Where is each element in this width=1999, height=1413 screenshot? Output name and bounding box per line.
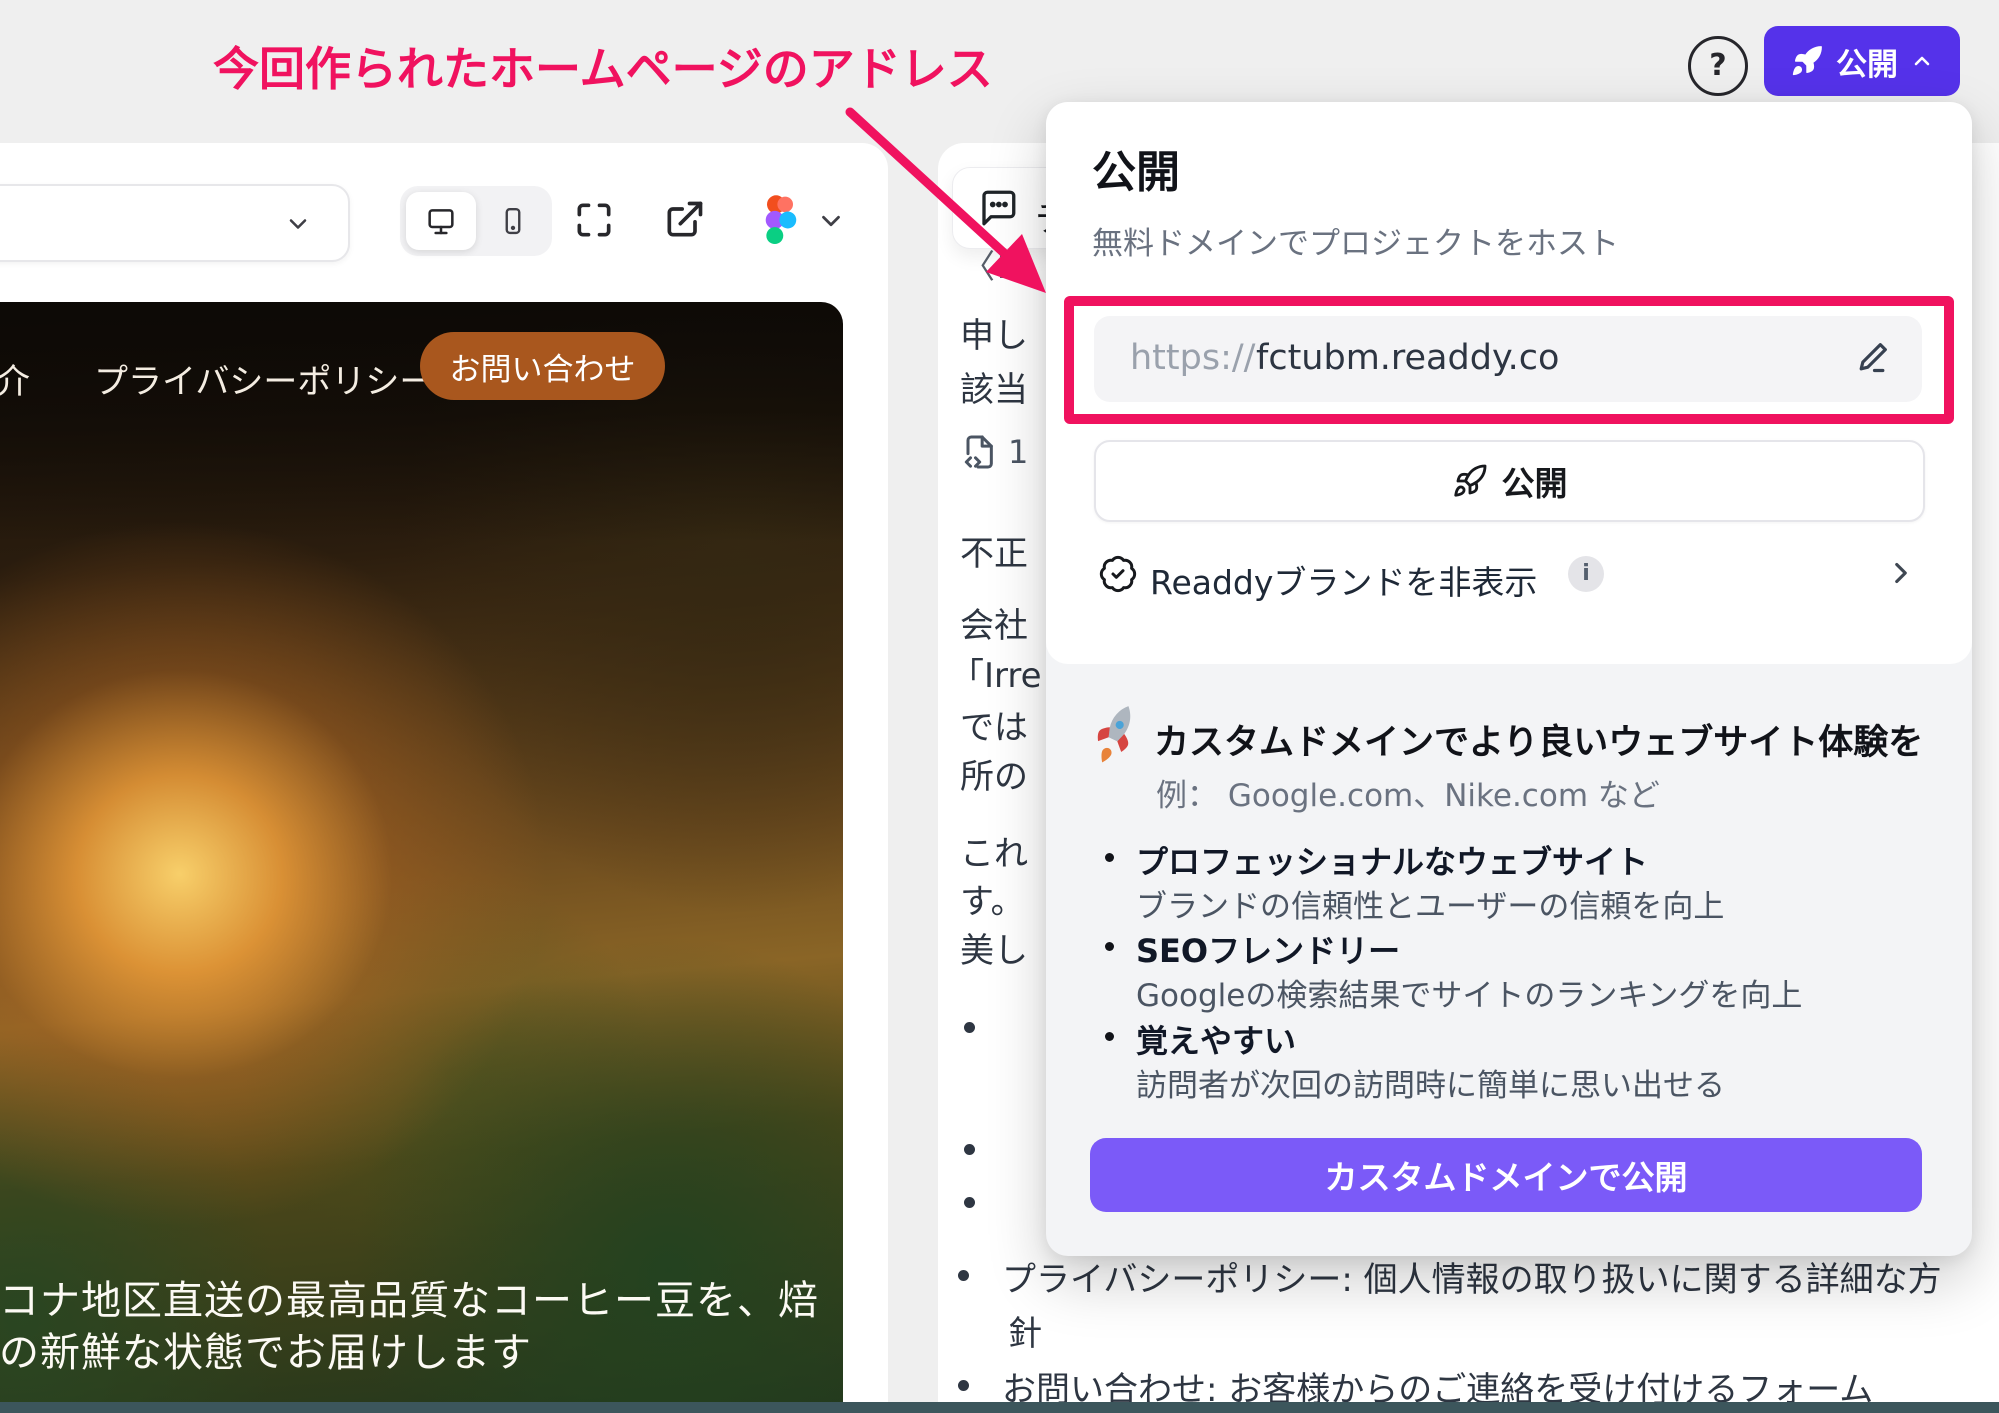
code-file-chip[interactable]: 1 (958, 432, 1028, 472)
site-preview: 紹介 プライバシーポリシー お問い合わせ 島コナ地区直送の最高品質なコーヒー豆を… (0, 302, 843, 1402)
custom-domain-cta-button[interactable]: カスタムドメインで公開 (1090, 1138, 1922, 1212)
chat-list-item: プライバシーポリシー: 個人情報の取り扱いに関する詳細な方 (1002, 1252, 1942, 1301)
hide-brand-label: Readdyブランドを非表示 (1150, 556, 1537, 604)
info-badge[interactable]: i (1568, 556, 1604, 592)
page-select[interactable] (0, 184, 350, 262)
benefit-bullet (1105, 942, 1114, 951)
chevron-down-icon (284, 210, 312, 238)
popover-subtitle: 無料ドメインでプロジェクトをホスト (1092, 218, 1619, 263)
code-file-count: 1 (1008, 433, 1028, 471)
publish-button-label: 公開 (1836, 39, 1898, 84)
fullscreen-icon (572, 198, 616, 242)
hide-brand-row[interactable]: Readdyブランドを非表示 i (1094, 538, 1921, 612)
figma-export-button[interactable] (760, 194, 850, 246)
chat-fragment: 「Irre (950, 648, 1042, 697)
chat-fragment: 〈! (962, 240, 1008, 288)
custom-domain-cta-label: カスタムドメインで公開 (1325, 1151, 1688, 1199)
popover-publish-label: 公開 (1502, 457, 1568, 505)
chat-fragment: 不正 (960, 526, 1028, 575)
help-button[interactable]: ? (1688, 36, 1748, 96)
benefit-bullet (1105, 853, 1114, 862)
rocket-icon (1790, 44, 1824, 78)
chat-fragment: す。 (960, 874, 1025, 923)
device-toggle (400, 186, 552, 256)
chat-fragment: 該当 (960, 362, 1028, 411)
chevron-right-icon (1884, 556, 1918, 590)
chat-fragment: 申し (960, 308, 1028, 357)
chat-list-bullet (964, 1022, 975, 1033)
chat-fragment: 会社 (960, 598, 1028, 647)
benefit-desc: Googleの検索結果でサイトのランキングを向上 (1136, 970, 1802, 1015)
chat-fragment: 美し (960, 923, 1028, 972)
rocket-emoji-icon (1088, 708, 1142, 762)
code-file-icon (958, 432, 998, 472)
benefit-bullet (1105, 1032, 1114, 1041)
chat-list-bullet (964, 1197, 975, 1208)
chat-list-bullet (958, 1270, 969, 1281)
figma-icon (760, 194, 800, 246)
desktop-view-button[interactable] (406, 192, 476, 250)
chat-list-bullet (958, 1380, 969, 1391)
info-glyph: i (1582, 563, 1590, 585)
rocket-icon (1452, 463, 1488, 499)
smartphone-icon (498, 206, 528, 236)
chevron-up-icon (1910, 49, 1934, 73)
external-link-icon (662, 198, 706, 242)
site-nav-privacy[interactable]: プライバシーポリシー (94, 354, 433, 403)
benefit-desc: 訪問者が次回の訪問時に簡単に思い出せる (1136, 1060, 1725, 1105)
benefit-title: プロフェッショナルなウェブサイト (1136, 837, 1648, 883)
site-hero-text-line1: 島コナ地区直送の最高品質なコーヒー豆を、焙 (0, 1268, 819, 1326)
open-external-button[interactable] (662, 198, 706, 242)
chat-fragment: 所の (960, 749, 1028, 798)
custom-domain-example: 例： Google.com、Nike.com など (1156, 770, 1660, 815)
mobile-view-button[interactable] (480, 192, 546, 250)
chat-list-bullet (964, 1144, 975, 1155)
app-root: 紹介 プライバシーポリシー お問い合わせ 島コナ地区直送の最高品質なコーヒー豆を… (0, 0, 1999, 1413)
site-contact-button[interactable]: お問い合わせ (420, 332, 665, 400)
badge-check-icon (1098, 554, 1138, 594)
chevron-down-icon (816, 206, 846, 236)
fullscreen-button[interactable] (572, 198, 616, 242)
chat-list-item-wrap: 針 (1008, 1306, 1042, 1355)
chat-fragment: では (960, 700, 1028, 749)
benefit-title: SEOフレンドリー (1136, 926, 1400, 972)
help-question-glyph: ? (1709, 51, 1726, 81)
benefit-title: 覚えやすい (1136, 1016, 1296, 1062)
custom-domain-heading: カスタムドメインでより良いウェブサイト体験を (1154, 714, 1923, 765)
chat-bubble-icon (977, 187, 1019, 229)
url-highlight-box (1064, 296, 1954, 424)
popover-publish-button[interactable]: 公開 (1094, 440, 1925, 522)
chat-fragment: これ (960, 826, 1028, 875)
site-nav-about[interactable]: 紹介 (0, 354, 30, 403)
bottom-edge-bar (0, 1402, 1999, 1413)
popover-title: 公開 (1092, 136, 1180, 200)
site-contact-label: お問い合わせ (450, 344, 636, 389)
publish-popover: 公開 無料ドメインでプロジェクトをホスト https:// fctubm.rea… (1046, 102, 1972, 1256)
publish-dropdown-button[interactable]: 公開 (1764, 26, 1960, 96)
site-hero-text-line2: ての新鮮な状態でお届けします (0, 1320, 532, 1378)
annotation-label: 今回作られたホームページのアドレス (213, 33, 993, 99)
monitor-icon (425, 205, 457, 237)
benefit-desc: ブランドの信頼性とユーザーの信頼を向上 (1136, 881, 1724, 926)
